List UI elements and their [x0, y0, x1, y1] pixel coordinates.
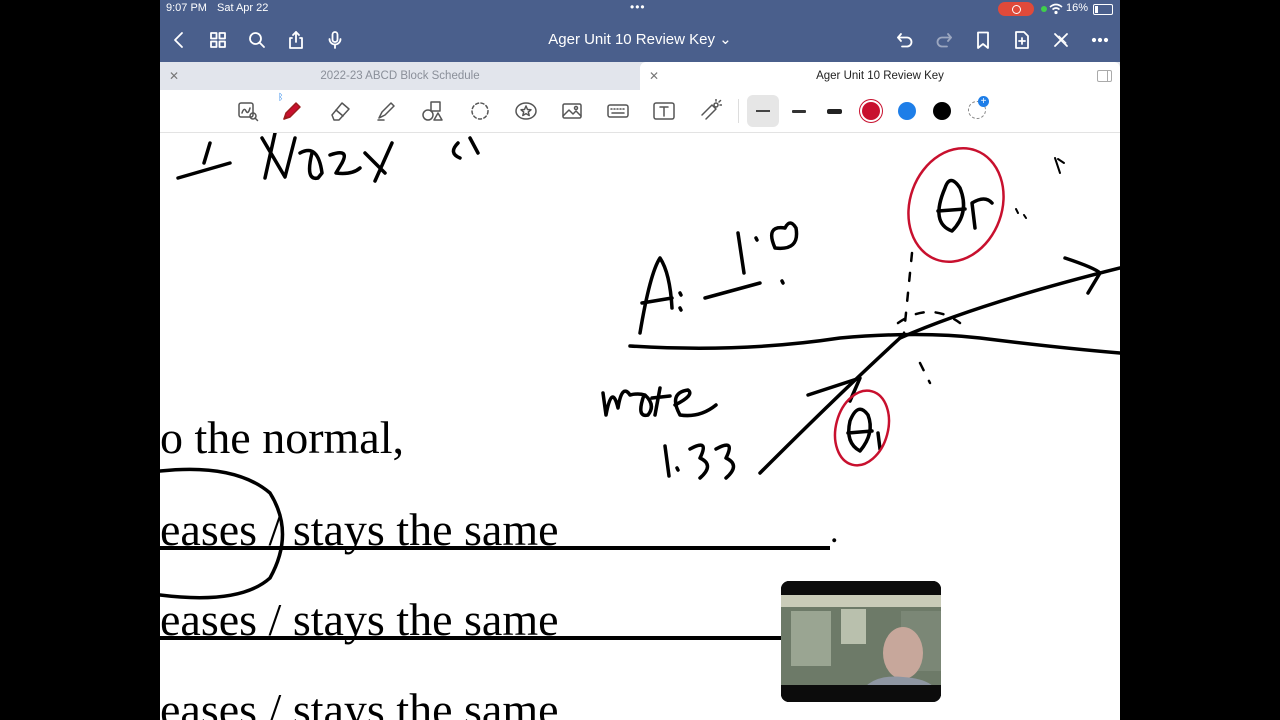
highlighter-icon[interactable]: [372, 97, 400, 125]
stroke-thin-option[interactable]: [747, 95, 779, 127]
add-page-icon[interactable]: [1008, 26, 1036, 54]
redo-icon[interactable]: [930, 26, 958, 54]
more-options-icon[interactable]: [1086, 26, 1114, 54]
answer-option-1: eases / stays the same: [160, 504, 559, 555]
close-icon[interactable]: [1047, 26, 1075, 54]
sticker-icon[interactable]: [512, 97, 540, 125]
ipad-screen: 9:07 PM Sat Apr 22 ••• 16% Ager Unit 10 …: [160, 0, 1120, 720]
sidebar-toggle-icon[interactable]: [1097, 70, 1112, 82]
document-page[interactable]: o the normal, eases / stays the same eas…: [160, 133, 1120, 720]
tab-label: 2022-23 ABCD Block Schedule: [320, 70, 480, 82]
handwriting-index: [176, 133, 480, 183]
annotation-toolbar: ᛒ +: [160, 90, 1120, 133]
battery-percent: 16%: [1066, 2, 1089, 14]
interface-line: [628, 332, 1120, 355]
lasso-ink-icon[interactable]: [234, 97, 262, 125]
status-date: Sat Apr 22: [217, 2, 269, 14]
pen-icon[interactable]: ᛒ: [278, 92, 306, 125]
keyboard-icon[interactable]: [604, 97, 632, 125]
camera-in-use-dot-icon: [1041, 6, 1047, 12]
refracted-ray: [898, 266, 1120, 340]
stroke-medium-option[interactable]: [783, 95, 815, 127]
handwriting-a-label: [638, 221, 799, 335]
handwriting-theta-r: [936, 178, 994, 233]
bluetooth-icon: ᛒ: [278, 92, 284, 102]
screen-recording-icon[interactable]: [998, 2, 1034, 16]
multitasking-dots-icon[interactable]: •••: [630, 0, 646, 14]
answer-option-3: eases / stays the same: [160, 684, 559, 720]
laser-pointer-icon[interactable]: [696, 97, 724, 125]
tab-label: Ager Unit 10 Review Key: [816, 70, 944, 82]
webcam-video-overlay[interactable]: [781, 581, 941, 702]
status-bar: 9:07 PM Sat Apr 22 ••• 16%: [160, 0, 1120, 18]
eraser-icon[interactable]: [326, 97, 354, 125]
status-time: 9:07 PM: [166, 2, 207, 14]
handwriting-theta-i: [846, 407, 882, 453]
answer-option-2: eases / stays the same: [160, 594, 559, 645]
question-text-normal: o the normal,: [160, 412, 404, 463]
color-swatch-black[interactable]: [933, 102, 951, 120]
battery-icon: [1093, 4, 1113, 15]
bookmark-icon[interactable]: [969, 26, 997, 54]
period-mark: .: [830, 513, 839, 550]
lasso-icon[interactable]: [466, 97, 494, 125]
undo-icon[interactable]: [891, 26, 919, 54]
wifi-icon: [1049, 3, 1063, 15]
image-icon[interactable]: [558, 97, 586, 125]
text-icon[interactable]: [650, 97, 678, 125]
add-color-icon[interactable]: +: [968, 96, 989, 119]
document-tab-bar: ✕ 2022-23 ABCD Block Schedule ✕ Ager Uni…: [160, 62, 1120, 90]
color-swatch-blue[interactable]: [898, 102, 916, 120]
tab-close-icon[interactable]: ✕: [649, 69, 659, 83]
toolbar-divider: [738, 99, 739, 123]
shapes-icon[interactable]: [418, 97, 446, 125]
webcam-feed-image: [781, 581, 941, 702]
handwriting-water: [601, 386, 718, 418]
stroke-thick-option[interactable]: [818, 95, 850, 127]
tab-review-key[interactable]: ✕ Ager Unit 10 Review Key: [640, 62, 1120, 90]
navigation-bar: Ager Unit 10 Review Key ⌄: [160, 18, 1120, 62]
color-swatch-red[interactable]: [862, 102, 880, 120]
tab-close-icon[interactable]: ✕: [169, 69, 179, 83]
tab-block-schedule[interactable]: ✕ 2022-23 ABCD Block Schedule: [160, 62, 640, 90]
handwriting-water-value: [663, 443, 736, 480]
